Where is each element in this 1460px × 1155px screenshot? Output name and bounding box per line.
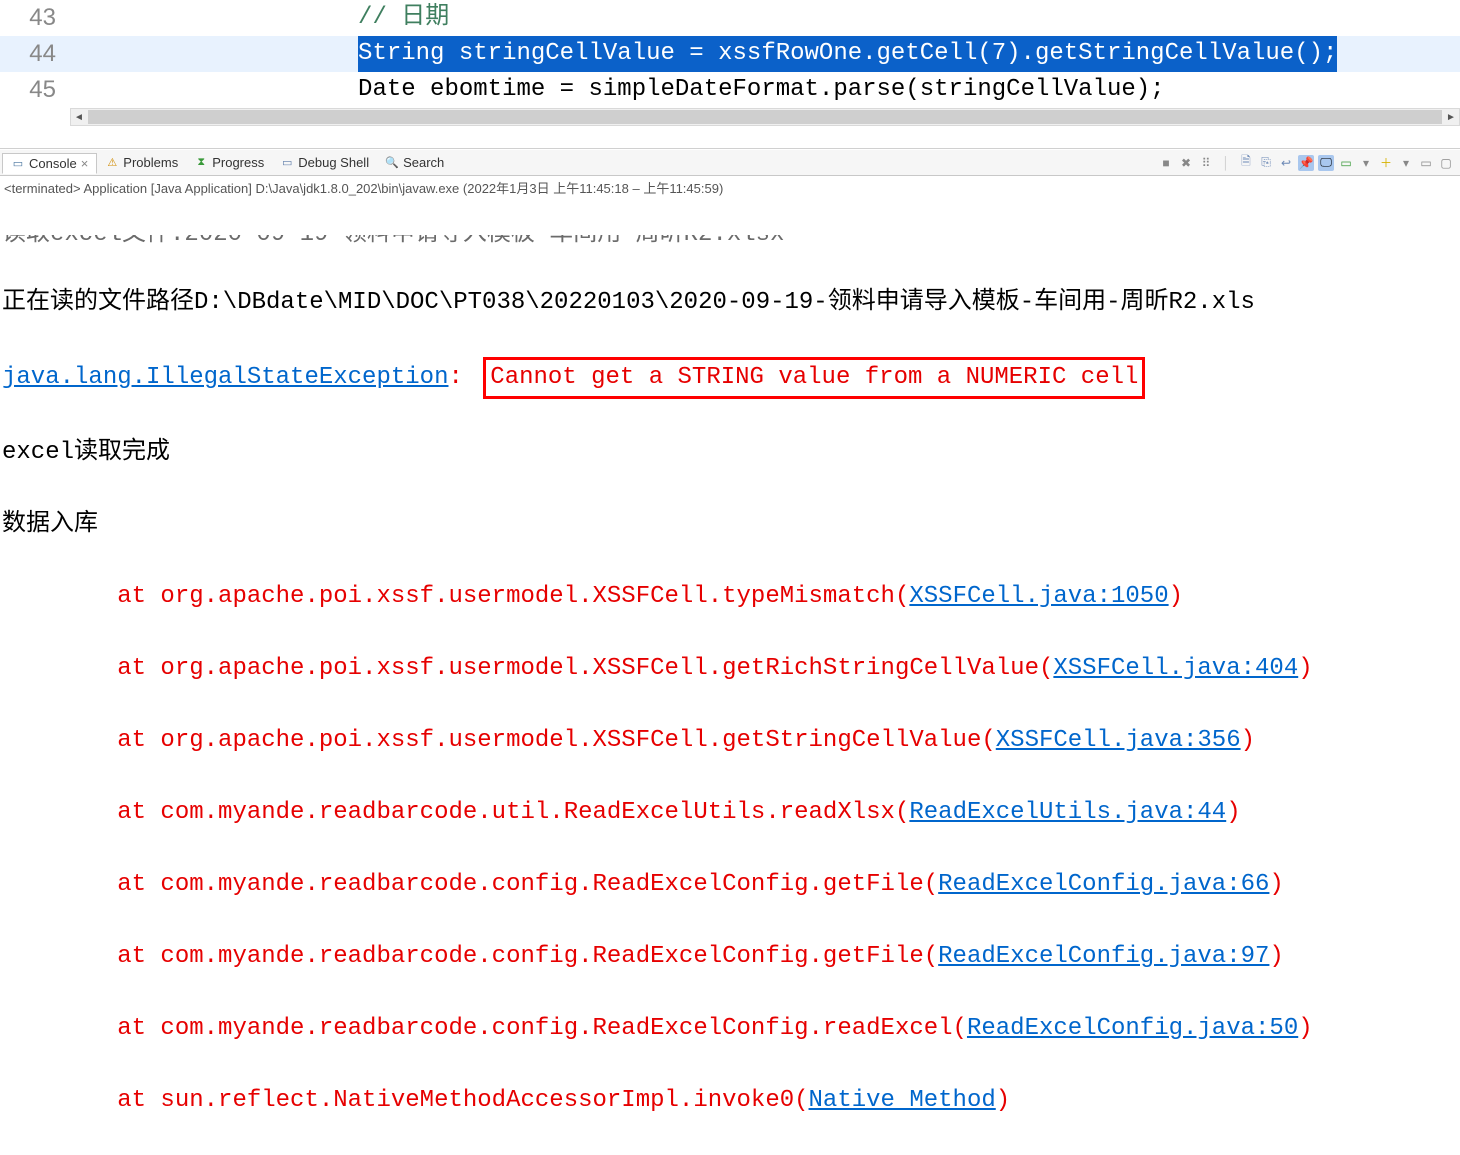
console-process-label: <terminated> Application [Java Applicati… — [0, 176, 1460, 199]
remove-all-icon[interactable]: ⠿ — [1198, 155, 1214, 171]
tab-debug-shell[interactable]: ▭ Debug Shell — [272, 153, 377, 172]
tab-label: Progress — [212, 155, 264, 170]
console-line: 数据入库 — [2, 507, 1458, 543]
console-exception-line: java.lang.IllegalStateException: Cannot … — [2, 357, 1458, 399]
pin-console-icon[interactable]: 📌 — [1298, 155, 1314, 171]
stack-link[interactable]: Native Method — [809, 1087, 996, 1114]
tab-label: Debug Shell — [298, 155, 369, 170]
stack-link[interactable]: ReadExcelConfig.java:66 — [938, 871, 1269, 898]
remove-icon[interactable]: ✖ — [1178, 155, 1194, 171]
error-highlight-box: Cannot get a STRING value from a NUMERIC… — [483, 357, 1145, 399]
clear-console-icon[interactable]: 🗎 — [1238, 155, 1254, 171]
stack-link[interactable]: XSSFCell.java:1050 — [909, 583, 1168, 610]
scroll-thumb[interactable] — [88, 110, 1442, 124]
stack-frame: at org.apache.poi.xssf.usermodel.XSSFCel… — [2, 723, 1458, 759]
console-line: excel读取完成 — [2, 435, 1458, 471]
terminate-icon[interactable]: ■ — [1158, 155, 1174, 171]
scroll-lock-icon[interactable]: ⎘ — [1258, 155, 1274, 171]
scroll-left-arrow-icon[interactable]: ◄ — [71, 109, 87, 125]
code-text: String stringCellValue = xssfRowOne.getC… — [70, 36, 1460, 72]
stack-frame: at com.myande.readbarcode.config.ReadExc… — [2, 867, 1458, 903]
line-number: 45 — [0, 72, 70, 108]
exception-link[interactable]: java.lang.IllegalStateException — [2, 364, 448, 391]
stack-frame: at com.myande.readbarcode.config.ReadExc… — [2, 1011, 1458, 1047]
code-text: Date ebomtime = simpleDateFormat.parse(s… — [70, 72, 1460, 108]
search-icon: 🔍 — [385, 156, 399, 170]
divider: │ — [1218, 155, 1234, 171]
new-console-icon[interactable]: ＋ — [1378, 155, 1394, 171]
tab-label: Problems — [123, 155, 178, 170]
console-toolbar: ■ ✖ ⠿ │ 🗎 ⎘ ↩ 📌 🖵 ▭ ▾ ＋ ▾ ▭ ▢ — [1158, 155, 1460, 171]
tab-progress[interactable]: ⧗ Progress — [186, 153, 272, 172]
progress-icon: ⧗ — [194, 156, 208, 170]
code-line[interactable]: 43 // 日期 — [0, 0, 1460, 36]
code-line[interactable]: 45 Date ebomtime = simpleDateFormat.pars… — [0, 72, 1460, 108]
code-text: // 日期 — [70, 0, 1460, 36]
line-number: 43 — [0, 0, 70, 36]
bottom-tab-bar: ▭ Console × ⚠ Problems ⧗ Progress ▭ Debu… — [0, 150, 1460, 176]
code-editor[interactable]: 43 // 日期 44 String stringCellValue = xss… — [0, 0, 1460, 148]
console-icon: ▭ — [11, 157, 25, 171]
console-dropdown-icon[interactable]: ▾ — [1358, 155, 1374, 171]
stack-link[interactable]: XSSFCell.java:404 — [1053, 655, 1298, 682]
console-line: 读取excel文件:2020-09-19-领料申请导入模板-车间用-周昕R2.x… — [2, 235, 1458, 249]
problems-icon: ⚠ — [105, 156, 119, 170]
minimize-view-icon[interactable]: ▭ — [1418, 155, 1434, 171]
open-console-icon[interactable]: ▭ — [1338, 155, 1354, 171]
stack-frame: at com.myande.readbarcode.util.ReadExcel… — [2, 795, 1458, 831]
stack-link[interactable]: XSSFCell.java:356 — [996, 727, 1241, 754]
stack-link[interactable]: ReadExcelConfig.java:97 — [938, 943, 1269, 970]
wrap-icon[interactable]: ↩ — [1278, 155, 1294, 171]
stack-frame: at com.myande.readbarcode.config.ReadExc… — [2, 939, 1458, 975]
stack-frame: at org.apache.poi.xssf.usermodel.XSSFCel… — [2, 651, 1458, 687]
display-console-icon[interactable]: 🖵 — [1318, 155, 1334, 171]
text-selection: String stringCellValue = xssfRowOne.getC… — [358, 36, 1337, 72]
stack-link[interactable]: ReadExcelUtils.java:44 — [909, 799, 1226, 826]
stack-link[interactable]: ReadExcelConfig.java:50 — [967, 1015, 1298, 1042]
debug-shell-icon: ▭ — [280, 156, 294, 170]
stack-frame: at sun.reflect.NativeMethodAccessorImpl.… — [2, 1083, 1458, 1119]
tab-search[interactable]: 🔍 Search — [377, 153, 452, 172]
maximize-view-icon[interactable]: ▢ — [1438, 155, 1454, 171]
close-tab-icon[interactable]: × — [81, 156, 89, 171]
tab-console[interactable]: ▭ Console × — [2, 153, 97, 174]
console-line: 正在读的文件路径D:\DBdate\MID\DOC\PT038\20220103… — [2, 285, 1458, 321]
code-line-current[interactable]: 44 String stringCellValue = xssfRowOne.g… — [0, 36, 1460, 72]
horizontal-scrollbar[interactable]: ◄ ► — [70, 108, 1460, 126]
tab-problems[interactable]: ⚠ Problems — [97, 153, 186, 172]
scroll-right-arrow-icon[interactable]: ► — [1443, 109, 1459, 125]
new-console-dropdown-icon[interactable]: ▾ — [1398, 155, 1414, 171]
tab-label: Console — [29, 156, 77, 171]
stack-frame: at org.apache.poi.xssf.usermodel.XSSFCel… — [2, 579, 1458, 615]
console-output[interactable]: 读取excel文件:2020-09-19-领料申请导入模板-车间用-周昕R2.x… — [0, 199, 1460, 1155]
tab-label: Search — [403, 155, 444, 170]
line-number: 44 — [0, 36, 70, 72]
